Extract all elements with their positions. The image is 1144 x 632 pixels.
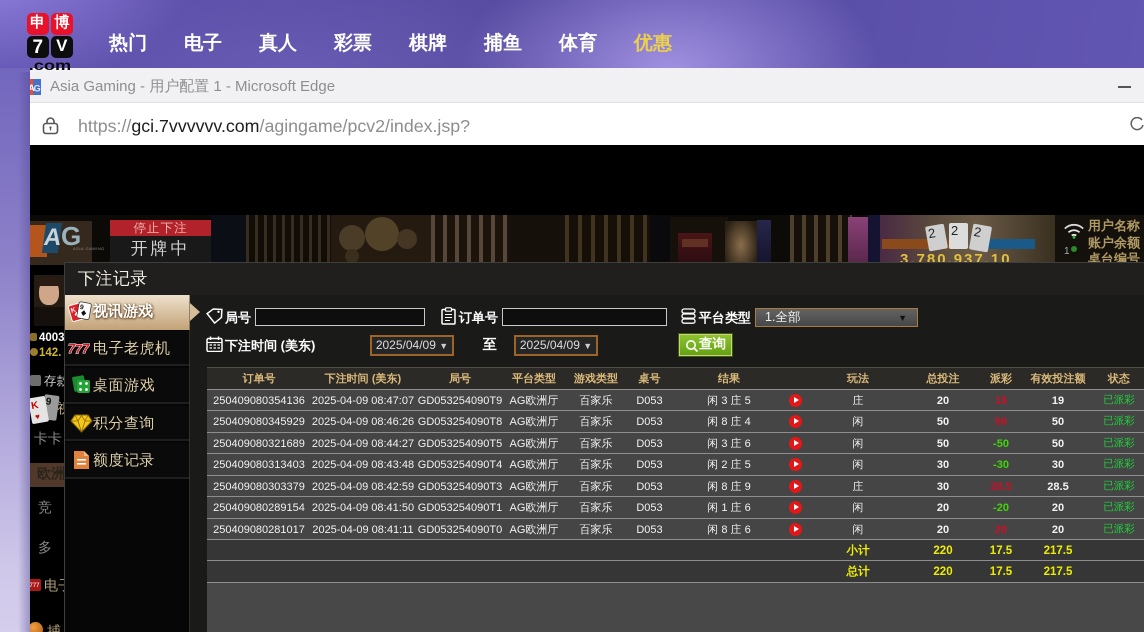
svg-text:7: 7 (82, 341, 90, 355)
svg-text:G: G (34, 84, 41, 94)
